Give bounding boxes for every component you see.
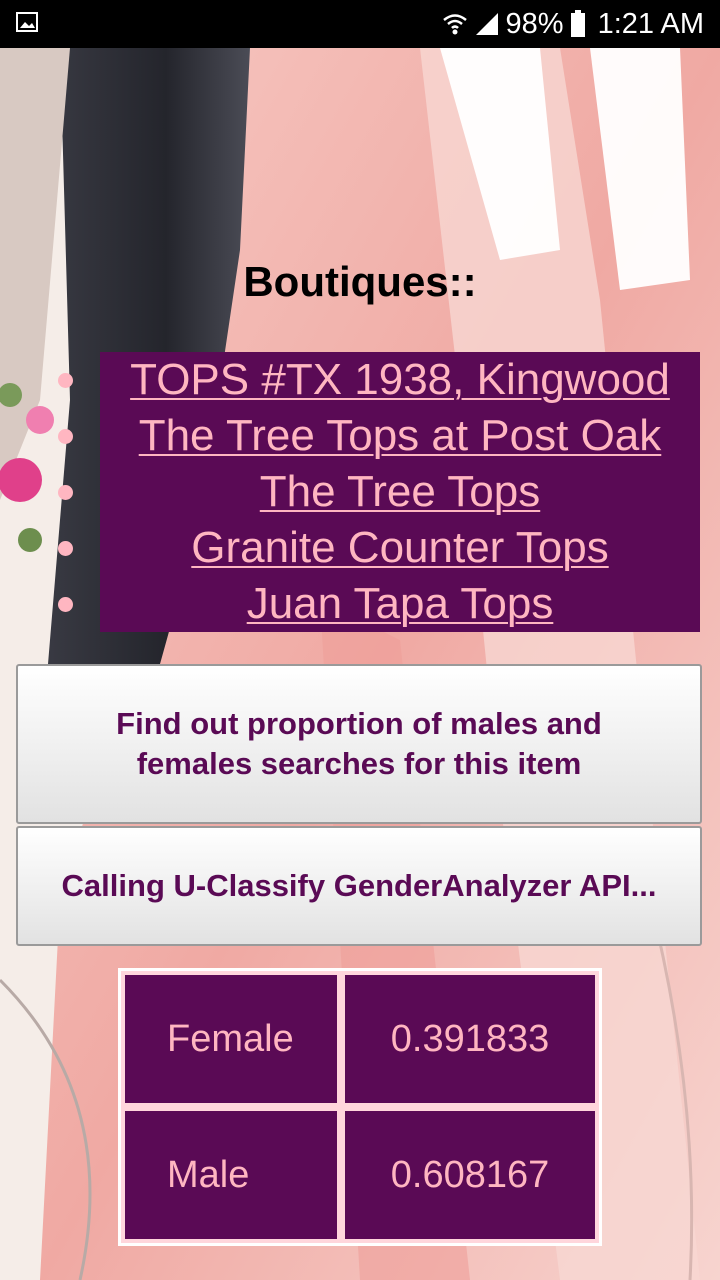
list-bullet [58,541,73,556]
boutique-link[interactable]: The Tree Tops [100,464,700,520]
male-label-cell: Male [125,1111,337,1239]
signal-icon [475,13,498,35]
boutiques-heading: Boutiques:: [243,258,477,305]
female-value-cell: 0.391833 [345,975,595,1103]
status-bar: 98% 1:21 AM [0,0,720,48]
list-bullet [58,485,73,500]
results-table: Female 0.391833 Male 0.608167 [118,968,602,1246]
boutique-link[interactable]: Juan Tapa Tops [100,576,700,632]
find-proportion-button[interactable]: Find out proportion of males and females… [16,664,702,824]
male-value-cell: 0.608167 [345,1111,595,1239]
list-bullet [58,429,73,444]
app-screen: 98% 1:21 AM Boutiques:: TOPS #TX 1938, K… [0,0,720,1280]
boutique-list: TOPS #TX 1938, Kingwood The Tree Tops at… [100,352,700,632]
boutique-link[interactable]: The Tree Tops at Post Oak [100,408,700,464]
battery-icon [570,10,585,37]
status-right: 98% 1:21 AM [442,0,704,48]
boutique-link[interactable]: Granite Counter Tops [100,520,700,576]
wifi-icon [442,14,467,35]
list-bullet [58,373,73,388]
boutique-link[interactable]: TOPS #TX 1938, Kingwood [100,352,700,408]
boutique-bullets [56,352,76,632]
battery-percent: 98% [505,7,564,40]
list-bullet [58,597,73,612]
gender-analyzer-button[interactable]: Calling U-Classify GenderAnalyzer API... [16,826,702,946]
clock: 1:21 AM [597,7,704,40]
female-label-cell: Female [125,975,337,1103]
image-icon [16,12,38,32]
